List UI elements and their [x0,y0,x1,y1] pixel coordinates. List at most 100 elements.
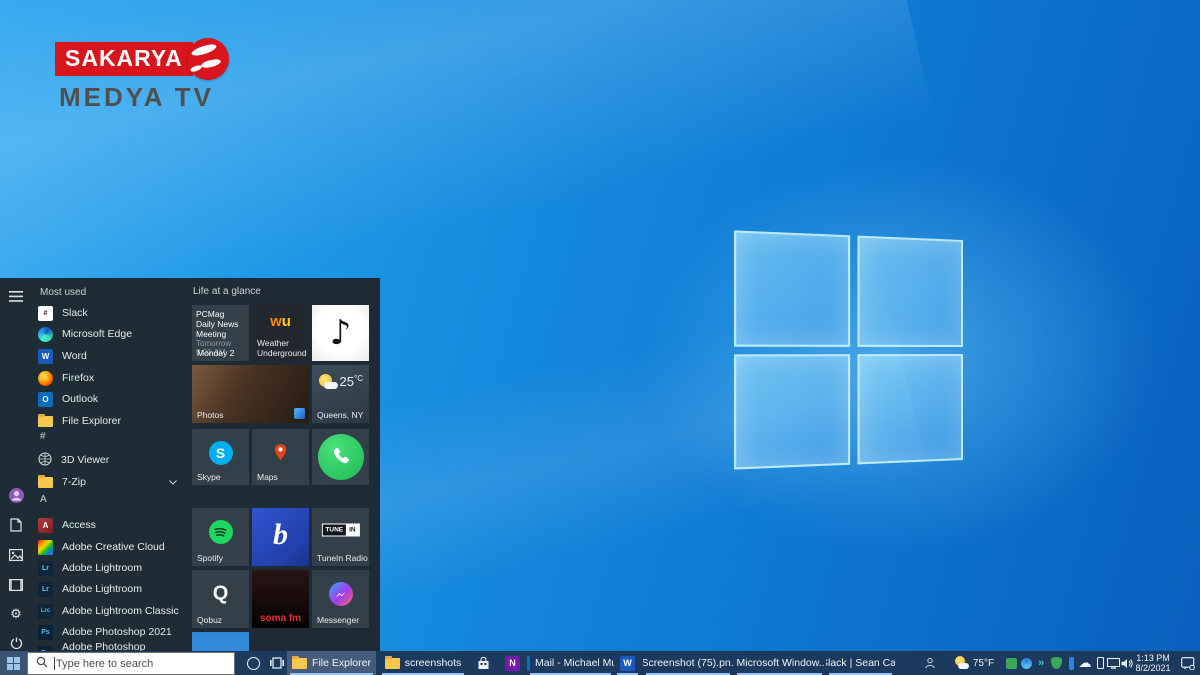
taskbar-clock[interactable]: 1:13 PM 8/2/2021 [1130,651,1176,675]
hamburger-menu-icon[interactable] [8,288,24,304]
clock-date: 8/2/2021 [1135,663,1170,673]
app-item-firefox[interactable]: Firefox [38,368,183,388]
tile-somafm[interactable]: soma fm [252,570,309,628]
outlook-icon: O [38,392,53,407]
tray-icon-teal-app[interactable]: » [1034,651,1048,675]
task-view-icon [270,657,284,669]
tray-icon-green-app[interactable] [1004,651,1018,675]
section-header-hash[interactable]: # [40,431,46,442]
music-note-icon: ♪ [330,313,352,353]
taskbar-button-word[interactable]: W [614,651,641,675]
taskbar: File Explorer screenshots N O Mail - Mic… [0,651,1200,675]
outlook-icon: O [527,656,530,671]
tile-spotify[interactable]: Spotify [192,508,249,566]
start-menu: ⚙ Most used # Slack Microsoft Edge W Wor… [0,278,380,651]
onedrive-icon[interactable]: ☁ [1078,651,1092,675]
chevron-down-icon[interactable] [169,476,177,488]
tray-icon-defender[interactable] [1019,651,1033,675]
tile-whatsapp[interactable] [312,429,369,485]
cortana-button[interactable] [240,651,266,675]
start-button[interactable] [0,651,27,675]
app-item-adobe-cc[interactable]: Adobe Creative Cloud [38,537,183,557]
tunein-logo: TUNEIN [321,524,359,537]
desktop-wallpaper: SAKARYA MEDYA TV ⚙ [0,0,1200,675]
tile-messenger[interactable]: Messenger [312,570,369,628]
action-center-icon [1181,657,1195,670]
app-item-word[interactable]: W Word [38,346,183,366]
tile-calendar[interactable]: PCMag Daily News Meeting Tomorrow 9:00 A… [192,305,249,361]
videos-icon[interactable] [8,577,24,593]
app-item-3d-viewer[interactable]: 3D Viewer [38,450,183,470]
adobe-cc-icon [38,540,53,555]
action-center-button[interactable] [1176,651,1200,675]
power-icon[interactable] [8,635,24,651]
logo-pane [857,354,963,465]
taskbar-button-screenshots[interactable]: screenshots [379,651,467,675]
section-header-a[interactable]: A [40,494,47,505]
cortana-icon [247,657,260,670]
tiles-group-header[interactable]: Life at a glance [193,286,261,297]
tile-qobuz[interactable]: Q Qobuz [192,570,249,628]
app-item-outlook[interactable]: O Outlook [38,389,183,409]
start-menu-tiles: Life at a glance PCMag Daily News Meetin… [185,278,380,651]
photoshop-icon: Ps [38,625,53,640]
weather-widget[interactable]: 75°F [945,651,1003,675]
tile-partial-bottom[interactable] [192,632,249,651]
lightroom-icon: Lr [38,561,53,576]
maps-pin-icon [269,441,293,465]
documents-icon[interactable] [8,517,24,533]
task-view-button[interactable] [266,651,288,675]
tile-maps[interactable]: Maps [252,429,309,485]
tile-bandcamp[interactable]: b [252,508,309,566]
tile-skype[interactable]: S Skype [192,429,249,485]
tile-weather-underground[interactable]: wu Weather Underground [252,305,309,361]
app-item-access[interactable]: A Access [38,515,183,535]
settings-gear-icon[interactable]: ⚙ [8,606,24,622]
weather-sun-icon [954,656,969,670]
taskbar-button-onenote[interactable]: N [499,651,526,675]
tray-icon-security-shield[interactable] [1049,651,1063,675]
app-item-lightroom[interactable]: Lr Adobe Lightroom [38,558,183,578]
lightroom-classic-icon: Lrc [38,604,53,619]
logo-pane [734,354,850,470]
taskbar-button-file-explorer[interactable]: File Explorer [287,651,376,675]
logo-pane [734,230,850,346]
logo-pane [857,236,963,347]
tile-weather[interactable]: 25°C Queens, NY [312,365,369,423]
taskbar-button-firefox-window[interactable]: Microsoft Window... [734,651,825,675]
tray-icon-blue-app[interactable] [1064,651,1078,675]
photos-app-icon [294,408,305,419]
pictures-icon[interactable] [8,547,24,563]
tile-tunein[interactable]: TUNEIN TuneIn Radio [312,508,369,566]
phone-link-icon[interactable] [1093,651,1107,675]
app-item-file-explorer[interactable]: File Explorer [38,411,183,431]
microsoft-store-icon [477,657,490,670]
windows-wallpaper-logo [734,230,963,469]
app-item-photoshop[interactable]: Ps Adobe Photoshop 2021 [38,622,183,642]
app-item-lightroom-classic[interactable]: Lrc Adobe Lightroom Classic [38,601,183,621]
app-item-lightroom-2[interactable]: Lr Adobe Lightroom [38,579,183,599]
file-explorer-icon [292,658,307,669]
user-avatar[interactable] [8,487,24,503]
start-menu-app-list: Most used # Slack Microsoft Edge W Word … [32,278,185,651]
taskbar-button-edge-window[interactable]: Screenshot (75).pn... [643,651,733,675]
edge-icon [38,327,53,342]
taskbar-button-store[interactable] [469,651,497,675]
onenote-icon: N [505,656,520,671]
tile-groove-music[interactable]: ♪ [312,305,369,361]
app-item-photoshop-express[interactable]: Px Adobe Photoshop Express [38,643,183,651]
app-item-slack[interactable]: # Slack [38,303,183,323]
display-network-icon[interactable] [1106,651,1120,675]
taskbar-search[interactable] [27,652,235,675]
search-icon [36,656,48,671]
whatsapp-icon [318,434,364,480]
search-input[interactable] [56,658,234,670]
folder-icon [385,658,400,669]
people-button[interactable] [920,651,940,675]
taskbar-button-slack-window[interactable]: # Slack | Sean Carrol... [826,651,895,675]
app-item-7zip[interactable]: 7-Zip [38,472,183,492]
tile-photos[interactable]: Photos [192,365,309,423]
app-item-edge[interactable]: Microsoft Edge [38,324,183,344]
taskbar-button-mail[interactable]: O Mail - Michael Mu... [527,651,614,675]
somafm-logo: soma fm [252,613,309,624]
